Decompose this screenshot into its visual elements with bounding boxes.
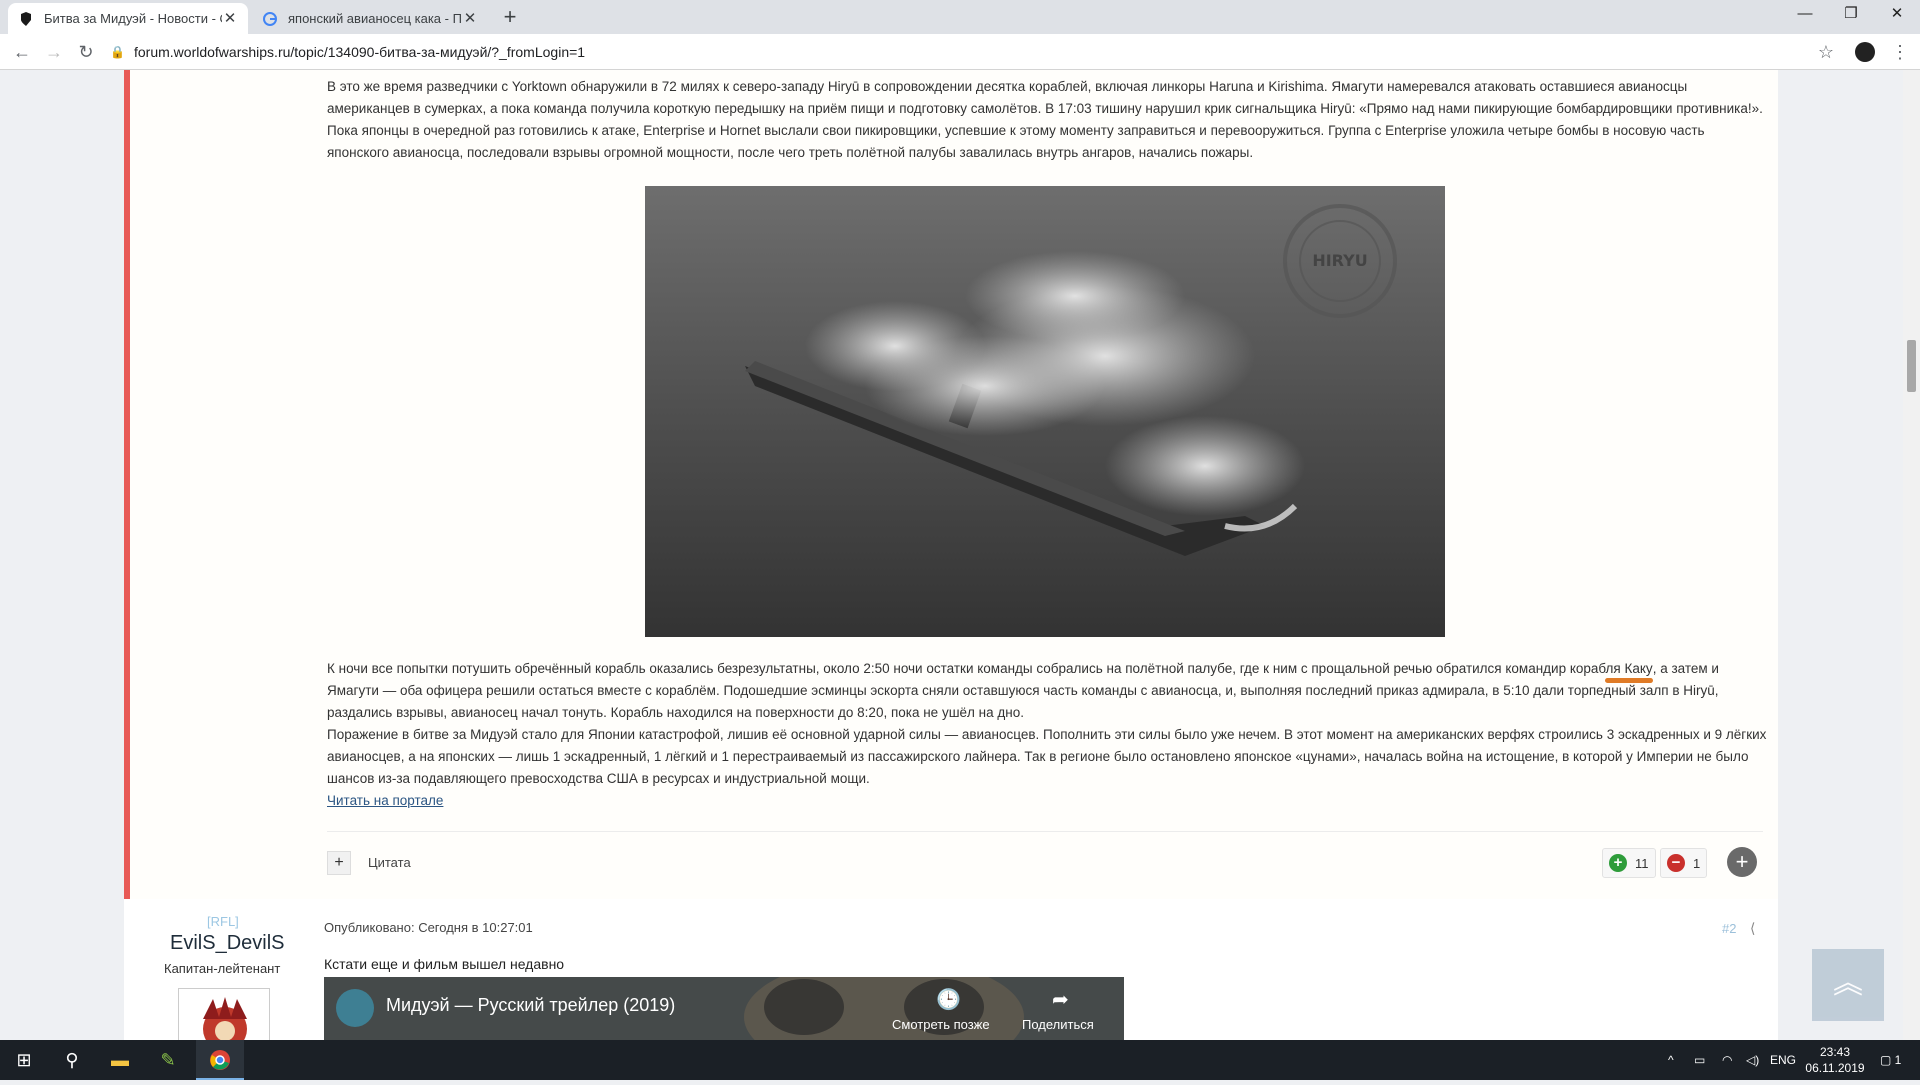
search-icon[interactable]: ⚲ <box>48 1040 96 1080</box>
scroll-to-top-button[interactable]: ︽ <box>1812 949 1884 1021</box>
post-published-date: Опубликовано: Сегодня в 10:27:01 <box>324 920 533 935</box>
reputation-minus-count: 1 <box>1693 855 1701 871</box>
post-paragraph: Поражение в битве за Мидуэй стало для Яп… <box>327 727 1767 786</box>
browser-tab-strip: Битва за Мидуэй - Новости - Оф ✕ японски… <box>0 0 1920 34</box>
watch-later-button[interactable]: Смотреть позже <box>892 1017 990 1032</box>
tab-google-search[interactable]: японский авианосец кака - Пои ✕ <box>252 3 488 34</box>
author-clan-tag[interactable]: [RFL] <box>207 914 239 929</box>
chrome-icon[interactable] <box>196 1040 244 1080</box>
multiquote-plus-button[interactable]: + <box>327 851 351 875</box>
browser-toolbar: ← → ↻ 🔒 forum.worldofwarships.ru/topic/1… <box>0 34 1920 70</box>
app-icon[interactable]: ✎ <box>144 1040 192 1080</box>
language-indicator[interactable]: ENG <box>1770 1040 1796 1080</box>
channel-icon[interactable] <box>336 989 374 1027</box>
forum-page: В это же время разведчики с Yorktown обн… <box>0 70 1920 1040</box>
youtube-video-embed[interactable]: Мидуэй — Русский трейлер (2019) 🕒 Смотре… <box>324 977 1124 1040</box>
post-divider <box>327 831 1763 832</box>
post-number-link[interactable]: #2 <box>1722 921 1736 936</box>
tab-title: Битва за Мидуэй - Новости - Оф <box>44 11 222 26</box>
menu-dots-icon[interactable]: ⋮ <box>1888 40 1912 64</box>
minimize-icon[interactable]: — <box>1782 0 1828 30</box>
clock-icon[interactable]: 🕒 <box>936 987 961 1012</box>
restore-icon[interactable]: ❐ <box>1828 0 1874 30</box>
lock-icon: 🔒 <box>110 45 125 59</box>
page-scrollbar[interactable] <box>1903 70 1920 1040</box>
system-clock[interactable]: 23:43 06.11.2019 <box>1800 1044 1870 1076</box>
file-explorer-icon[interactable]: ▬ <box>96 1040 144 1080</box>
author-name[interactable]: EvilS_DevilS <box>170 932 284 955</box>
google-favicon-icon <box>262 11 278 27</box>
battery-icon[interactable]: ▭ <box>1694 1040 1705 1080</box>
video-share-button[interactable]: Поделиться <box>1022 1017 1094 1032</box>
add-reaction-button[interactable]: + <box>1727 847 1757 877</box>
reputation-plus-count: 11 <box>1635 855 1649 871</box>
minus-icon: − <box>1667 854 1685 872</box>
post-paragraph: В это же время разведчики с Yorktown обн… <box>327 79 1763 160</box>
back-arrow-icon[interactable]: ← <box>10 40 34 64</box>
orange-underline-mark <box>1604 678 1653 683</box>
tab-midway-news[interactable]: Битва за Мидуэй - Новости - Оф ✕ <box>8 3 248 34</box>
scrollbar-thumb[interactable] <box>1907 340 1916 392</box>
close-window-icon[interactable]: ✕ <box>1874 0 1920 30</box>
volume-icon[interactable]: ◁) <box>1746 1040 1759 1080</box>
bookmark-star-icon[interactable]: ☆ <box>1814 40 1838 64</box>
author-avatar[interactable] <box>178 988 270 1040</box>
post-text: Кстати еще и фильм вышел недавно <box>324 956 565 972</box>
share-icon[interactable]: ⟨ <box>1750 920 1755 937</box>
reload-icon[interactable]: ↻ <box>74 40 98 64</box>
wows-favicon-icon <box>18 11 34 27</box>
reputation-plus-button[interactable]: + 11 <box>1602 848 1656 878</box>
tab-title: японский авианосец кака - Пои <box>288 11 462 26</box>
close-tab-icon[interactable]: ✕ <box>222 10 238 27</box>
read-on-portal-link[interactable]: Читать на портале <box>327 793 443 808</box>
share-arrow-icon[interactable]: ➦ <box>1052 987 1069 1012</box>
profile-avatar[interactable] <box>1855 42 1875 62</box>
reputation-minus-button[interactable]: − 1 <box>1660 848 1708 878</box>
forward-arrow-icon[interactable]: → <box>42 40 66 64</box>
post-paragraph: К ночи все попытки потушить обречённый к… <box>327 661 1719 720</box>
close-tab-icon[interactable]: ✕ <box>462 10 478 27</box>
address-bar[interactable]: 🔒 forum.worldofwarships.ru/topic/134090-… <box>110 38 1850 66</box>
notification-count: 1 <box>1894 1053 1902 1067</box>
plus-icon: + <box>1609 854 1627 872</box>
author-rank: Капитан-лейтенант <box>164 961 281 976</box>
show-hidden-icons[interactable]: ^ <box>1668 1040 1674 1080</box>
new-tab-button[interactable]: + <box>498 6 522 30</box>
quote-button[interactable]: Цитата <box>368 855 411 870</box>
windows-taskbar: ⊞ ⚲ ▬ ✎ ^ ▭ ◠ ◁) ENG 23:43 06.11.2019 ▢ … <box>0 1040 1920 1080</box>
highlighted-word: Каку <box>1604 661 1653 683</box>
url-text: forum.worldofwarships.ru/topic/134090-би… <box>134 44 586 60</box>
video-title[interactable]: Мидуэй — Русский трейлер (2019) <box>386 995 675 1016</box>
stamp-hiryu: HIRYU <box>1312 251 1367 270</box>
notification-icon[interactable]: ▢ 1 <box>1880 1040 1901 1080</box>
windows-start-icon[interactable]: ⊞ <box>0 1040 48 1080</box>
hiryu-burning-photo: HIRYU <box>645 186 1445 637</box>
wifi-icon[interactable]: ◠ <box>1722 1040 1732 1080</box>
